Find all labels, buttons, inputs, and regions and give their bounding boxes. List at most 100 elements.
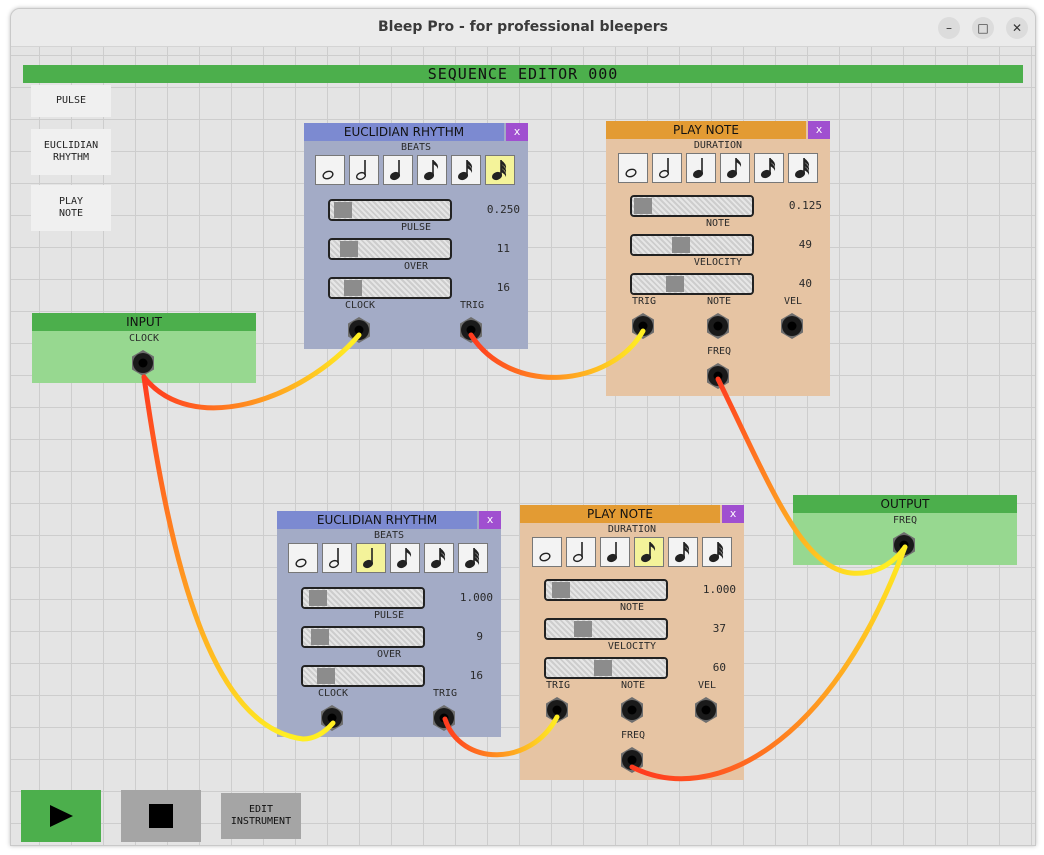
euclid1-pulse-slider[interactable] bbox=[328, 238, 452, 260]
play1-note-label: NOTE bbox=[705, 218, 731, 229]
play1-note-half[interactable] bbox=[652, 153, 682, 183]
euclid1-note-whole[interactable] bbox=[315, 155, 345, 185]
euclid2-note-whole[interactable] bbox=[288, 543, 318, 573]
euclid2-title: EUCLIDIAN RHYTHM bbox=[277, 511, 477, 529]
euclid2-clock-jack[interactable] bbox=[318, 704, 346, 732]
play1-note-quarter[interactable] bbox=[686, 153, 716, 183]
euclid2-clock-label: CLOCK bbox=[317, 688, 349, 699]
euclid1-beats-value: 0.250 bbox=[486, 203, 520, 216]
play2-duration-slider[interactable] bbox=[544, 579, 668, 601]
euclid2-trig-jack[interactable] bbox=[430, 704, 458, 732]
play2-note-quarter[interactable] bbox=[600, 537, 630, 567]
play-button[interactable] bbox=[21, 790, 101, 842]
play1-trig-jack[interactable] bbox=[629, 312, 657, 340]
play1-close-button[interactable]: x bbox=[808, 121, 830, 139]
output-freq-jack[interactable] bbox=[890, 531, 918, 559]
play1-freq-jack[interactable] bbox=[704, 362, 732, 390]
play1-duration-slider[interactable] bbox=[630, 195, 754, 217]
input-clock-jack[interactable] bbox=[129, 349, 157, 377]
euclid1-over-slider[interactable] bbox=[328, 277, 452, 299]
minimize-button[interactable]: – bbox=[938, 17, 960, 39]
euclid2-beats-label: BEATS bbox=[373, 530, 405, 541]
euclid1-over-value: 16 bbox=[496, 281, 510, 294]
app-window: Bleep Pro - for professional bleepers – … bbox=[10, 8, 1036, 846]
play2-velocity-label: VELOCITY bbox=[607, 641, 657, 652]
euclid2-close-button[interactable]: x bbox=[479, 511, 501, 529]
euclid2-note-sixteenth[interactable] bbox=[424, 543, 454, 573]
euclid2-note-thirtysecond[interactable] bbox=[458, 543, 488, 573]
play1-note-sixteenth[interactable] bbox=[754, 153, 784, 183]
play1-vel-jack[interactable] bbox=[778, 312, 806, 340]
play2-trig-jack[interactable] bbox=[543, 696, 571, 724]
play1-note-thirtysecond[interactable] bbox=[788, 153, 818, 183]
stop-icon bbox=[149, 804, 173, 828]
play1-duration-value: 0.125 bbox=[788, 199, 822, 212]
euclid1-note-sixteenth[interactable] bbox=[451, 155, 481, 185]
play2-vel-jack[interactable] bbox=[692, 696, 720, 724]
play2-velocity-value: 60 bbox=[712, 661, 726, 674]
stop-button[interactable] bbox=[121, 790, 201, 842]
euclid1-note-half[interactable] bbox=[349, 155, 379, 185]
play1-velocity-slider[interactable] bbox=[630, 273, 754, 295]
play2-freq-label: FREQ bbox=[620, 730, 646, 741]
play-note-module-1: PLAY NOTE x DURATION 0.125 NOTE 49 VELOC… bbox=[606, 121, 830, 396]
euclid1-beats-slider[interactable] bbox=[328, 199, 452, 221]
title-bar: Bleep Pro - for professional bleepers – … bbox=[11, 9, 1035, 47]
euclid2-note-quarter[interactable] bbox=[356, 543, 386, 573]
patch-canvas[interactable]: SEQUENCE EDITOR 000 PULSE EUCLIDIAN RHYT… bbox=[11, 47, 1035, 845]
play2-close-button[interactable]: x bbox=[722, 505, 744, 523]
euclid1-note-thirtysecond[interactable] bbox=[485, 155, 515, 185]
euclid2-note-half[interactable] bbox=[322, 543, 352, 573]
euclid2-note-eighth[interactable] bbox=[390, 543, 420, 573]
input-clock-label: CLOCK bbox=[128, 333, 160, 344]
add-pulse-button[interactable]: PULSE bbox=[31, 85, 111, 117]
play2-note-whole[interactable] bbox=[532, 537, 562, 567]
add-euclidian-rhythm-button[interactable]: EUCLIDIAN RHYTHM bbox=[31, 129, 111, 175]
euclid2-over-slider[interactable] bbox=[301, 665, 425, 687]
euclid2-beats-slider[interactable] bbox=[301, 587, 425, 609]
play2-freq-jack[interactable] bbox=[618, 746, 646, 774]
play1-note-jack[interactable] bbox=[704, 312, 732, 340]
play2-note-thirtysecond[interactable] bbox=[702, 537, 732, 567]
output-freq-label: FREQ bbox=[892, 515, 918, 526]
play2-note-jack-label: NOTE bbox=[620, 680, 646, 691]
play1-freq-label: FREQ bbox=[706, 346, 732, 357]
euclid1-pulse-value: 11 bbox=[496, 242, 510, 255]
play2-note-eighth[interactable] bbox=[634, 537, 664, 567]
euclid2-pulse-slider[interactable] bbox=[301, 626, 425, 648]
euclid1-over-label: OVER bbox=[403, 261, 429, 272]
play2-trig-label: TRIG bbox=[545, 680, 571, 691]
play2-note-slider[interactable] bbox=[544, 618, 668, 640]
euclid1-note-quarter[interactable] bbox=[383, 155, 413, 185]
play2-note-jack[interactable] bbox=[618, 696, 646, 724]
euclid2-pulse-label: PULSE bbox=[373, 610, 405, 621]
input-module: INPUT CLOCK bbox=[32, 313, 256, 383]
play1-note-eighth[interactable] bbox=[720, 153, 750, 183]
euclid1-trig-jack[interactable] bbox=[457, 316, 485, 344]
maximize-button[interactable]: □ bbox=[972, 17, 994, 39]
edit-instrument-button[interactable]: EDIT INSTRUMENT bbox=[221, 793, 301, 839]
euclid1-note-eighth[interactable] bbox=[417, 155, 447, 185]
play1-title: PLAY NOTE bbox=[606, 121, 806, 139]
euclid2-beats-value: 1.000 bbox=[459, 591, 493, 604]
euclid1-trig-label: TRIG bbox=[459, 300, 485, 311]
euclid1-clock-label: CLOCK bbox=[344, 300, 376, 311]
play2-vel-label: VEL bbox=[697, 680, 717, 691]
input-module-title: INPUT bbox=[32, 313, 256, 331]
euclid2-over-label: OVER bbox=[376, 649, 402, 660]
play2-note-half[interactable] bbox=[566, 537, 596, 567]
play2-velocity-slider[interactable] bbox=[544, 657, 668, 679]
output-module: OUTPUT FREQ bbox=[793, 495, 1017, 565]
euclid1-beats-label: BEATS bbox=[400, 142, 432, 153]
euclid1-close-button[interactable]: x bbox=[506, 123, 528, 141]
play-note-module-2: PLAY NOTE x DURATION 1.000 NOTE 37 VELOC… bbox=[520, 505, 744, 780]
play1-note-whole[interactable] bbox=[618, 153, 648, 183]
close-window-button[interactable]: ✕ bbox=[1006, 17, 1028, 39]
add-play-note-button[interactable]: PLAY NOTE bbox=[31, 185, 111, 231]
play1-note-slider[interactable] bbox=[630, 234, 754, 256]
play2-note-sixteenth[interactable] bbox=[668, 537, 698, 567]
euclid1-clock-jack[interactable] bbox=[345, 316, 373, 344]
play1-note-jack-label: NOTE bbox=[706, 296, 732, 307]
play1-velocity-label: VELOCITY bbox=[693, 257, 743, 268]
window-title: Bleep Pro - for professional bleepers bbox=[377, 19, 669, 35]
